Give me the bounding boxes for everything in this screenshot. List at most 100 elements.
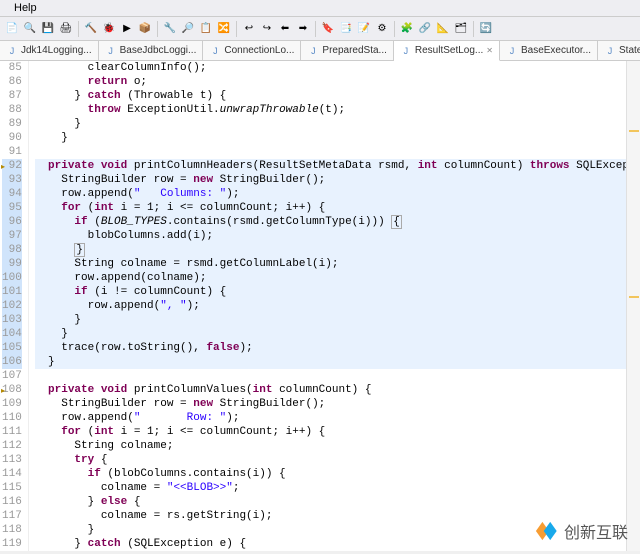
code-line[interactable]: private void printColumnValues(int colum… bbox=[35, 383, 640, 397]
line-number: 106 bbox=[2, 355, 22, 369]
toolbar-button-13[interactable]: ↪ bbox=[259, 21, 275, 37]
toolbar-button-17[interactable]: 📑 bbox=[338, 21, 354, 37]
editor-tab-1[interactable]: JBaseJdbcLoggi... bbox=[99, 41, 204, 60]
code-line[interactable]: StringBuilder row = new StringBuilder(); bbox=[35, 173, 640, 187]
toolbar-button-14[interactable]: ⬅ bbox=[277, 21, 293, 37]
code-line[interactable]: } else { bbox=[35, 495, 640, 509]
editor-tab-6[interactable]: JStatementLog... bbox=[598, 41, 640, 60]
line-number: 95 bbox=[2, 201, 22, 215]
line-number: 109 bbox=[2, 397, 22, 411]
toolbar-button-15[interactable]: ➡ bbox=[295, 21, 311, 37]
toolbar-button-7[interactable]: 📦 bbox=[137, 21, 153, 37]
toolbar-button-18[interactable]: 📝 bbox=[356, 21, 372, 37]
toolbar: 📄🔍💾🖨 🔨🐞▶📦 🔧🔎📋🔀 ↩↪⬅➡ 🔖📑📝⚙ 🧩🔗📐🗂 🔄 bbox=[0, 17, 640, 41]
code-line[interactable]: clearColumnInfo(); bbox=[35, 61, 640, 75]
toolbar-button-9[interactable]: 🔎 bbox=[180, 21, 196, 37]
code-line[interactable]: } bbox=[35, 131, 640, 145]
toolbar-button-16[interactable]: 🔖 bbox=[320, 21, 336, 37]
menu-help[interactable]: Help bbox=[6, 0, 45, 16]
toolbar-button-12[interactable]: ↩ bbox=[241, 21, 257, 37]
editor-tab-4[interactable]: JResultSetLog... ✕ bbox=[394, 41, 500, 61]
code-editor[interactable]: ▸▸ 8586878889909192939495969798991001011… bbox=[0, 61, 640, 551]
toolbar-separator bbox=[157, 21, 158, 37]
toolbar-button-22[interactable]: 📐 bbox=[435, 21, 451, 37]
toolbar-button-4[interactable]: 🔨 bbox=[83, 21, 99, 37]
line-number: 100 bbox=[2, 271, 22, 285]
code-line[interactable]: } bbox=[35, 117, 640, 131]
code-line[interactable]: } bbox=[35, 313, 640, 327]
overview-marker[interactable] bbox=[629, 130, 639, 132]
toolbar-button-23[interactable]: 🗂 bbox=[453, 21, 469, 37]
code-line[interactable]: String colname = rsmd.getColumnLabel(i); bbox=[35, 257, 640, 271]
line-number: 90 bbox=[2, 131, 22, 145]
code-line[interactable]: for (int i = 1; i <= columnCount; i++) { bbox=[35, 201, 640, 215]
java-file-icon: J bbox=[604, 45, 616, 57]
toolbar-button-1[interactable]: 🔍 bbox=[22, 21, 38, 37]
code-area[interactable]: clearColumnInfo(); return o; } catch (Th… bbox=[29, 61, 640, 551]
code-line[interactable]: } bbox=[35, 327, 640, 341]
code-line[interactable]: row.append(" Columns: "); bbox=[35, 187, 640, 201]
code-line[interactable]: if (i != columnCount) { bbox=[35, 285, 640, 299]
toolbar-button-21[interactable]: 🔗 bbox=[417, 21, 433, 37]
code-line[interactable]: row.append(colname); bbox=[35, 271, 640, 285]
code-line[interactable]: StringBuilder row = new StringBuilder(); bbox=[35, 397, 640, 411]
line-number: 115 bbox=[2, 481, 22, 495]
line-number: 105 bbox=[2, 341, 22, 355]
line-number: 93 bbox=[2, 173, 22, 187]
toolbar-button-11[interactable]: 🔀 bbox=[216, 21, 232, 37]
toolbar-button-5[interactable]: 🐞 bbox=[101, 21, 117, 37]
code-line[interactable]: } bbox=[35, 243, 640, 257]
line-number: 119 bbox=[2, 537, 22, 551]
code-line[interactable]: if (BLOB_TYPES.contains(rsmd.getColumnTy… bbox=[35, 215, 640, 229]
toolbar-button-8[interactable]: 🔧 bbox=[162, 21, 178, 37]
editor-tabs: JJdk14Logging...JBaseJdbcLoggi...JConnec… bbox=[0, 41, 640, 61]
tab-label: BaseJdbcLoggi... bbox=[120, 45, 197, 56]
code-line[interactable]: colname = "<<BLOB>>"; bbox=[35, 481, 640, 495]
code-line[interactable]: row.append(", "); bbox=[35, 299, 640, 313]
code-line[interactable]: if (blobColumns.contains(i)) { bbox=[35, 467, 640, 481]
java-file-icon: J bbox=[209, 45, 221, 57]
code-line[interactable]: for (int i = 1; i <= columnCount; i++) { bbox=[35, 425, 640, 439]
toolbar-separator bbox=[236, 21, 237, 37]
code-line[interactable]: private void printColumnHeaders(ResultSe… bbox=[35, 159, 640, 173]
line-number: 114 bbox=[2, 467, 22, 481]
line-number: 113 bbox=[2, 453, 22, 467]
toolbar-button-0[interactable]: 📄 bbox=[4, 21, 20, 37]
toolbar-button-2[interactable]: 💾 bbox=[40, 21, 56, 37]
code-line[interactable]: return o; bbox=[35, 75, 640, 89]
editor-tab-2[interactable]: JConnectionLo... bbox=[203, 41, 301, 60]
code-line[interactable]: row.append(" Row: "); bbox=[35, 411, 640, 425]
editor-tab-5[interactable]: JBaseExecutor... bbox=[500, 41, 598, 60]
toolbar-button-6[interactable]: ▶ bbox=[119, 21, 135, 37]
toolbar-separator bbox=[394, 21, 395, 37]
overview-marker[interactable] bbox=[629, 296, 639, 298]
code-line[interactable]: try { bbox=[35, 453, 640, 467]
line-number: 86 bbox=[2, 75, 22, 89]
toolbar-button-3[interactable]: 🖨 bbox=[58, 21, 74, 37]
toolbar-button-24[interactable]: 🔄 bbox=[478, 21, 494, 37]
line-number: 118 bbox=[2, 523, 22, 537]
method-marker-icon[interactable]: ▸ bbox=[1, 161, 9, 169]
line-number: 88 bbox=[2, 103, 22, 117]
code-line[interactable]: blobColumns.add(i); bbox=[35, 229, 640, 243]
line-number: 97 bbox=[2, 229, 22, 243]
editor-tab-3[interactable]: JPreparedSta... bbox=[301, 41, 393, 60]
editor-tab-0[interactable]: JJdk14Logging... bbox=[0, 41, 99, 60]
toolbar-separator bbox=[78, 21, 79, 37]
code-line[interactable]: throw ExceptionUtil.unwrapThrowable(t); bbox=[35, 103, 640, 117]
code-line[interactable]: trace(row.toString(), false); bbox=[35, 341, 640, 355]
code-line[interactable]: } bbox=[35, 355, 640, 369]
code-line[interactable] bbox=[35, 369, 640, 383]
close-icon[interactable]: ✕ bbox=[486, 46, 493, 55]
java-file-icon: J bbox=[105, 45, 117, 57]
line-number: 117 bbox=[2, 509, 22, 523]
code-line[interactable] bbox=[35, 145, 640, 159]
code-line[interactable]: String colname; bbox=[35, 439, 640, 453]
overview-ruler[interactable] bbox=[626, 61, 640, 551]
toolbar-button-10[interactable]: 📋 bbox=[198, 21, 214, 37]
toolbar-separator bbox=[473, 21, 474, 37]
code-line[interactable]: } catch (Throwable t) { bbox=[35, 89, 640, 103]
toolbar-button-20[interactable]: 🧩 bbox=[399, 21, 415, 37]
toolbar-button-19[interactable]: ⚙ bbox=[374, 21, 390, 37]
method-marker-icon[interactable]: ▸ bbox=[1, 385, 9, 393]
